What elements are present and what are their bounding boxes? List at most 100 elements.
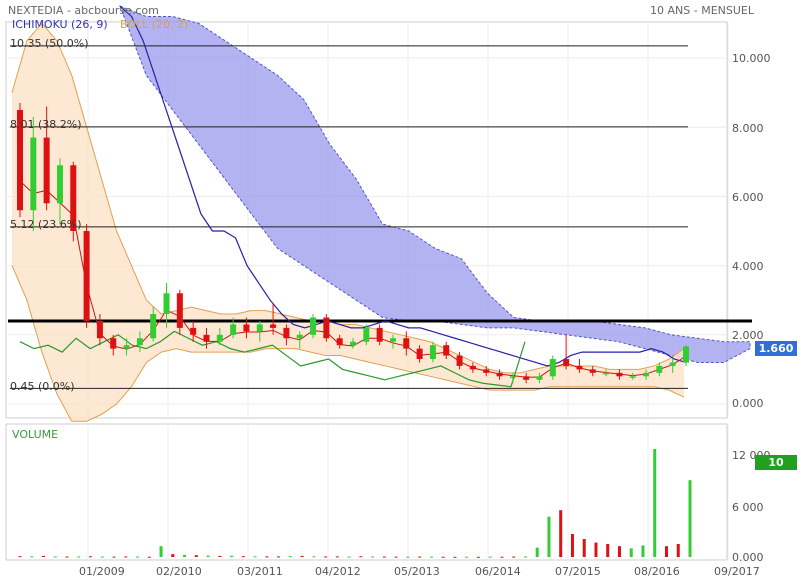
volume-bar [218,555,222,557]
candle-body [536,376,543,380]
x-tick-label: 09/2017 [714,565,760,578]
price-chart [5,5,752,561]
candle-body [176,293,183,328]
volume-bar [241,556,245,558]
legend-volume: VOLUME [12,428,59,441]
volume-bar [465,556,469,558]
volume-bar [30,556,34,558]
candle-body [30,137,37,211]
candle-body [230,324,237,335]
candle-body [243,324,250,332]
volume-bar [42,555,46,557]
candle-body [150,314,157,339]
candle-body [416,348,423,360]
volume-bar [688,480,692,557]
volume-bar [277,556,281,558]
volume-bar [453,556,457,558]
volume-panel-frame [5,423,728,561]
fib-label-23: 5.12 (23.6%) [10,218,82,231]
volume-bar [547,516,551,557]
volume-bar [77,556,81,558]
volume-bar [159,546,163,557]
volume-bar [347,556,351,558]
volume-bar [394,556,398,558]
volume-bar [100,556,104,558]
volume-bar [641,545,645,557]
volume-bar [606,544,610,557]
candle-body [310,317,317,335]
volume-bar [406,556,410,558]
candle-body [549,359,556,377]
candle-body [336,338,343,346]
ichimoku-cloud [119,5,751,363]
last-volume-badge: 10 667 [755,455,797,484]
volume-bar [112,556,116,558]
volume-bar [629,548,633,557]
volume-bar [617,546,621,557]
candle-body [669,362,676,366]
candle-body [563,359,570,366]
candle-body [403,338,410,349]
fib-label-50: 10.35 (50.0%) [10,37,89,50]
volume-bar [53,556,57,558]
candle-body [163,293,170,315]
candle-body [603,372,610,375]
vol-tick-label: 0.000 [732,551,764,564]
candle-body [110,338,117,349]
candle-body [323,317,330,339]
candle-body [443,345,450,356]
fib-label-0: 0.45 (0.0%) [10,380,75,393]
volume-bar [194,555,198,557]
volume-bar [265,556,269,558]
candle-body [203,334,210,342]
volume-bar [488,556,492,558]
volume-bar [512,556,516,558]
candle-body [43,137,50,204]
fib-label-38: 8.01 (38.2%) [10,118,82,131]
volume-bar [312,556,316,558]
volume-bar [206,555,210,557]
volume-bar [664,546,668,557]
candle-body [643,372,650,377]
candle-body [429,345,436,360]
x-tick-label: 03/2011 [237,565,283,578]
candle-body [363,327,370,342]
candle-body [589,369,596,373]
y-tick-label: 8.000 [732,122,764,135]
period-label: 10 ANS - MENSUEL [650,4,754,17]
candle-body [123,345,130,349]
volume-bar [147,556,151,558]
candle-body [56,165,63,204]
candle-body [376,327,383,342]
volume-bar [183,554,187,557]
volume-bar [253,556,257,558]
volume-bar [523,556,527,558]
volume-bar [500,556,504,558]
candle-body [683,346,689,363]
candle-body [136,338,143,346]
candle-body [616,372,623,377]
volume-bar [418,556,422,558]
volume-bar [371,556,375,558]
y-tick-label: 4.000 [732,260,764,273]
x-tick-label: 07/2015 [555,565,601,578]
candle-body [469,365,476,370]
candle-body [216,334,223,342]
volume-bar [535,547,539,557]
volume-bar [359,556,363,558]
volume-bar [65,556,69,558]
volume-bar [300,555,304,557]
candle-body [256,324,263,332]
volume-bar [653,449,657,557]
x-tick-label: 01/2009 [79,565,125,578]
volume-bar [429,556,433,558]
candle-body [283,327,290,339]
volume-bar [382,556,386,558]
y-tick-label: 0.000 [732,397,764,410]
volume-bar [335,556,339,558]
last-price-badge: 1.660 [755,341,797,356]
volume-bar [476,556,480,558]
volume-bar [171,554,175,557]
candle-body [629,376,636,378]
x-tick-label: 04/2012 [315,565,361,578]
